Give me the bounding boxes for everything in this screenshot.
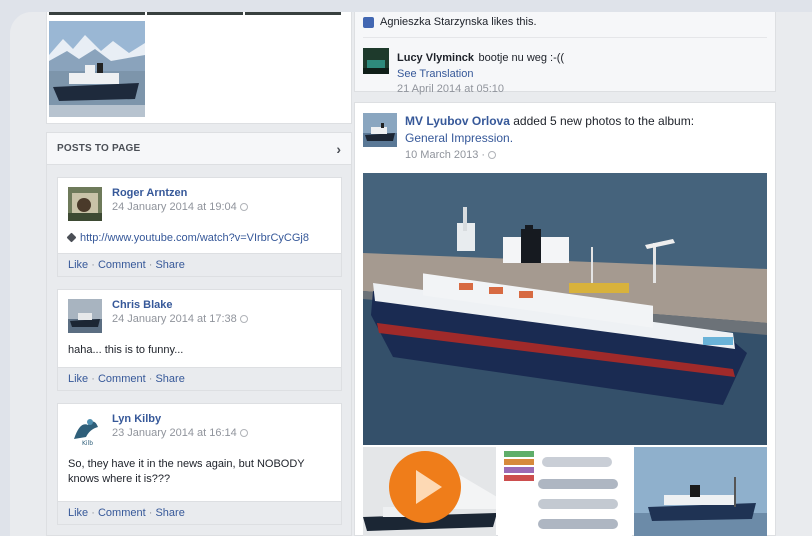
ship-photo-thumbnail[interactable] [633, 447, 767, 536]
comment-link[interactable]: Comment [98, 373, 146, 385]
page-avatar[interactable] [363, 113, 397, 147]
chevron-right-icon[interactable]: › [336, 141, 341, 157]
photo-thumbnails [363, 447, 767, 536]
globe-icon [488, 151, 497, 160]
like-link[interactable]: Like [68, 507, 88, 519]
post-date: 23 January 2014 at 16:14 [112, 427, 248, 439]
comment-avatar[interactable] [363, 48, 389, 74]
deck-plan-thumbnail[interactable] [498, 447, 632, 536]
post-body: http://www.youtube.com/watch?v=VIrbrCyCG… [58, 221, 341, 246]
share-link[interactable]: Share [155, 507, 184, 519]
avatar[interactable] [68, 299, 102, 333]
post-actions: Like · Comment · Share [58, 501, 341, 524]
post-date: 24 January 2014 at 17:38 [112, 313, 248, 325]
photo-strip [49, 12, 341, 15]
separator: · [91, 259, 95, 271]
post-actions: Like · Comment · Share [58, 253, 341, 276]
avatar[interactable] [68, 187, 102, 221]
posts-to-page-header[interactable]: POSTS TO PAGE › [47, 133, 351, 165]
feed-post-date-text[interactable]: 10 March 2013 · [405, 149, 485, 161]
ship-photo-thumbnail[interactable] [49, 21, 145, 117]
post-author[interactable]: Roger Arntzen [112, 187, 248, 199]
comment-link[interactable]: Comment [98, 507, 146, 519]
like-link[interactable]: Like [68, 373, 88, 385]
left-column: POSTS TO PAGE › Roger Arntzen 24 January… [46, 12, 352, 536]
link-tag-icon [66, 232, 77, 243]
right-gutter [786, 12, 812, 536]
comment: Lucy Vlyminck bootje nu weg :-(( See Tra… [363, 37, 767, 95]
post-card: Kilb Lyn Kilby 23 January 2014 at 16:14 … [57, 403, 342, 525]
post-author[interactable]: Lyn Kilby [112, 413, 248, 425]
page-name[interactable]: MV Lyubov Orlova [405, 114, 510, 128]
like-link[interactable]: Like [68, 259, 88, 271]
likes-summary: Agnieszka Starzynska likes this. [355, 12, 775, 33]
left-gutter [10, 12, 46, 536]
post-date-text[interactable]: 23 January 2014 at 16:14 [112, 427, 237, 439]
comment-link[interactable]: Comment [98, 259, 146, 271]
separator: · [148, 507, 153, 519]
globe-icon [239, 315, 248, 324]
post-actions: Like · Comment · Share [58, 367, 341, 390]
globe-icon [239, 203, 248, 212]
see-translation-link[interactable]: See Translation [397, 68, 564, 80]
video-thumbnail[interactable] [363, 447, 497, 536]
facebook-page-frame: POSTS TO PAGE › Roger Arntzen 24 January… [10, 12, 812, 536]
share-link[interactable]: Share [155, 259, 184, 271]
previous-post-footer: Agnieszka Starzynska likes this. Lucy Vl… [354, 12, 776, 95]
post-link[interactable]: http://www.youtube.com/watch?v=VIrbrCyCG… [80, 232, 309, 244]
post-date: 24 January 2014 at 19:04 [112, 201, 248, 213]
post-text: haha... this is to funny... [68, 344, 184, 356]
play-icon[interactable] [389, 451, 461, 523]
main-ship-photo[interactable] [363, 173, 767, 445]
post-author[interactable]: Chris Blake [112, 299, 248, 311]
like-thumb-icon [363, 16, 374, 28]
separator: · [91, 373, 95, 385]
post-card: Chris Blake 24 January 2014 at 17:38 hah… [57, 289, 342, 391]
post-card: Roger Arntzen 24 January 2014 at 19:04 h… [57, 177, 342, 277]
feed-post: MV Lyubov Orlova added 5 new photos to t… [354, 102, 776, 536]
post-text: So, they have it in the news again, but … [68, 458, 305, 485]
post-date-text[interactable]: 24 January 2014 at 17:38 [112, 313, 237, 325]
avatar[interactable]: Kilb [68, 413, 102, 447]
comment-date[interactable]: 21 April 2014 at 05:10 [397, 83, 564, 95]
feed-post-date: 10 March 2013 · [405, 149, 694, 161]
separator: · [148, 373, 153, 385]
share-link[interactable]: Share [155, 373, 184, 385]
separator: · [91, 507, 95, 519]
globe-icon [239, 429, 248, 438]
feed-post-action: added 5 new photos to the album: [513, 114, 695, 128]
posts-to-page-title: POSTS TO PAGE [57, 143, 141, 154]
post-date-text[interactable]: 24 January 2014 at 19:04 [112, 201, 237, 213]
right-column: Agnieszka Starzynska likes this. Lucy Vl… [354, 12, 776, 536]
svg-text:Kilb: Kilb [82, 440, 93, 447]
comment-text: bootje nu weg :-(( [478, 52, 565, 64]
album-link[interactable]: General Impression. [405, 131, 513, 145]
separator: · [148, 259, 153, 271]
comment-author[interactable]: Lucy Vlyminck [397, 52, 474, 64]
likes-text[interactable]: Agnieszka Starzynska likes this. [380, 16, 537, 28]
posts-to-page-box: POSTS TO PAGE › Roger Arntzen 24 January… [46, 132, 352, 536]
photos-box [46, 12, 352, 124]
feed-post-headline: MV Lyubov Orlova added 5 new photos to t… [405, 113, 694, 147]
